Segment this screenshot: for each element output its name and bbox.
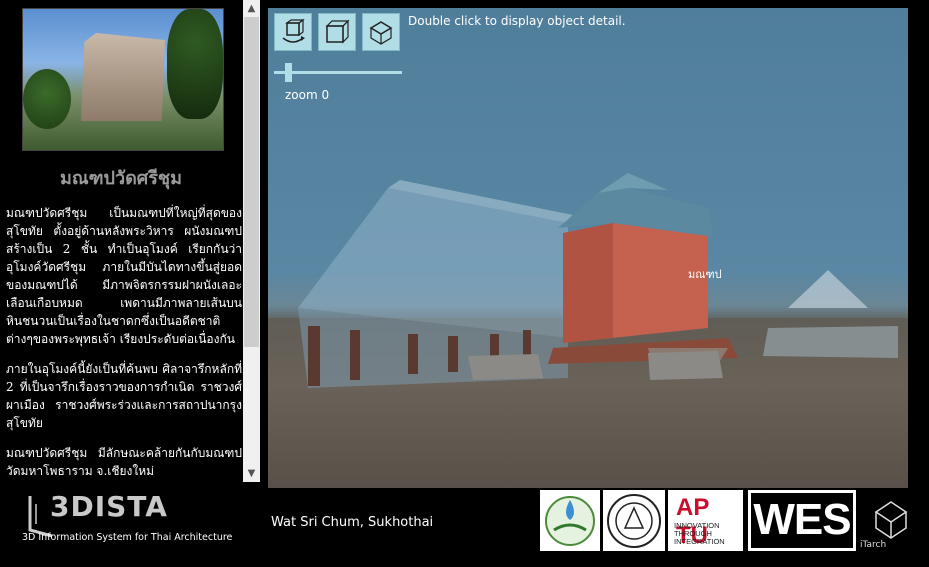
partner-logo-university xyxy=(603,490,665,551)
cube-front-icon xyxy=(325,19,350,44)
object-label[interactable]: มณฑป xyxy=(688,265,722,283)
site-caption: Wat Sri Chum, Sukhothai xyxy=(271,515,434,530)
water-emblem-icon xyxy=(545,496,595,546)
rotate-view-icon xyxy=(282,18,305,43)
front-view-button[interactable] xyxy=(318,13,356,51)
3d-viewer[interactable]: Double click to display object detail. z… xyxy=(268,8,908,488)
university-seal-icon xyxy=(607,494,661,548)
partner-logo-water xyxy=(540,490,600,551)
wes-title: WES xyxy=(753,495,851,544)
scroll-thumb[interactable] xyxy=(244,17,259,347)
description-paragraph: ภายในอุโมงค์นี้ยังเป็นที่ค้นพบ ศิลาจารึก… xyxy=(6,362,242,430)
info-panel: มณฑปวัดศรีชุม มณฑปวัดศรีชุม เป็นมณฑปที่ใ… xyxy=(0,0,262,482)
zoom-slider-track[interactable] xyxy=(274,71,402,74)
logo-title: 3DISTA xyxy=(50,490,168,523)
rotate-view-button[interactable] xyxy=(274,13,312,51)
place-title: มณฑปวัดศรีชุม xyxy=(60,168,182,189)
description-paragraph: มณฑปวัดศรีชุม มีลักษณะคล้ายกันกับมณฑป วั… xyxy=(6,446,242,478)
partner-logo-wes: WES xyxy=(748,490,856,551)
scroll-down-arrow-icon[interactable]: ▼ xyxy=(243,465,260,482)
aptu-subtitle: INNOVATION THROUGH INTEGRATION xyxy=(674,521,725,546)
description-scrollbar[interactable]: ▲ ▼ xyxy=(243,0,260,482)
itarch-cube-icon xyxy=(874,501,908,539)
partner-logo-aptu: AP TU INNOVATION THROUGH INTEGRATION xyxy=(668,490,743,551)
description-paragraph: มณฑปวัดศรีชุม เป็นมณฑปที่ใหญ่ที่สุดของสุ… xyxy=(6,206,242,346)
cube-top-icon xyxy=(369,21,393,45)
scene-model[interactable] xyxy=(268,8,908,488)
logo-subtitle: 3D Information System for Thai Architect… xyxy=(22,532,233,543)
3dista-logo: 3DISTA 3D Information System for Thai Ar… xyxy=(22,490,242,552)
itarch-label: iTarch xyxy=(860,540,887,550)
zoom-slider-handle[interactable] xyxy=(285,63,292,82)
viewer-hint: Double click to display object detail. xyxy=(408,14,626,28)
scroll-up-arrow-icon[interactable]: ▲ xyxy=(243,0,260,17)
description: มณฑปวัดศรีชุม เป็นมณฑปที่ใหญ่ที่สุดของสุ… xyxy=(6,204,242,482)
zoom-label: zoom 0 xyxy=(285,88,330,102)
site-photo xyxy=(22,8,224,151)
top-view-button[interactable] xyxy=(362,13,400,51)
